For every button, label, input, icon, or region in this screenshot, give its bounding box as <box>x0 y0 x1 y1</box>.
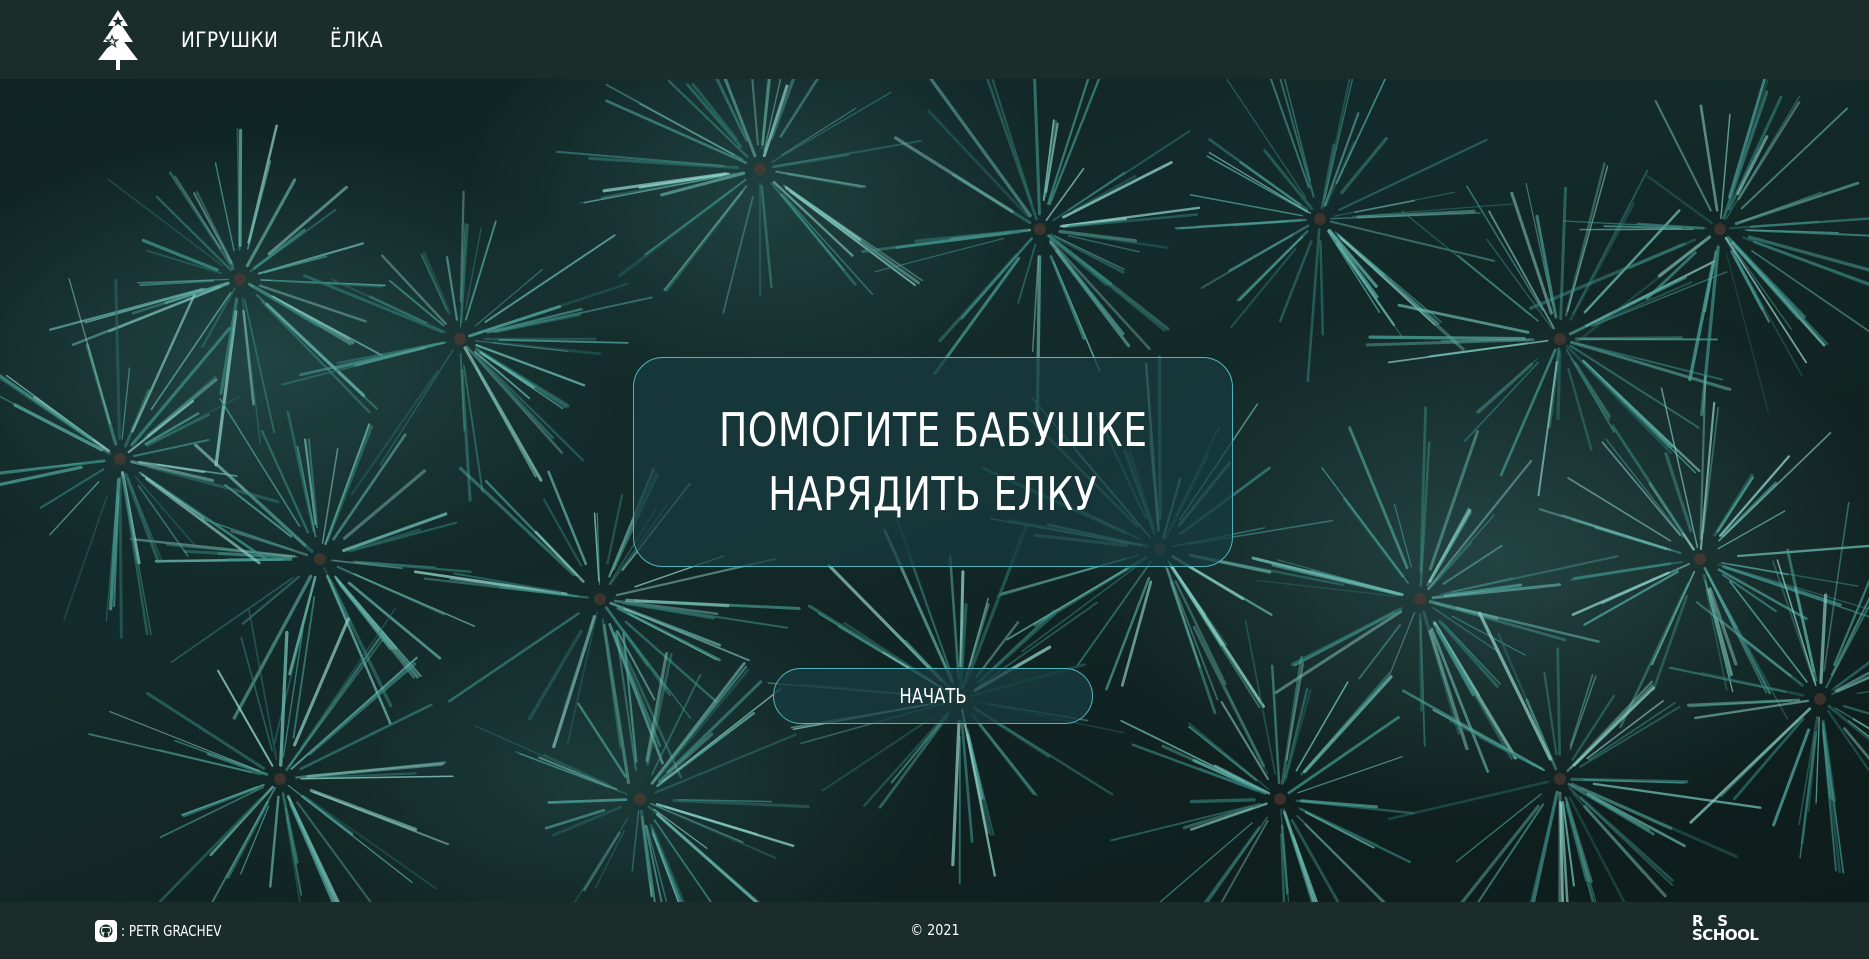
christmas-tree-icon <box>98 9 138 70</box>
rs-school-logo-row-2: SCHOOL <box>1692 926 1759 944</box>
hero-title-line-2: НАРЯДИТЬ ЕЛКУ <box>768 467 1098 521</box>
nav-link-tree[interactable]: ЁЛКА <box>330 28 383 52</box>
start-button[interactable]: НАЧАТЬ <box>773 668 1093 724</box>
footer-bar: : PETR GRACHEV © 2021 R S SCHOOL <box>0 902 1869 959</box>
nav-link-toys[interactable]: ИГРУШКИ <box>181 28 278 52</box>
rs-school-logo[interactable]: R S SCHOOL <box>1692 914 1774 948</box>
copyright-text: © 2021 <box>0 921 1869 939</box>
copyright-label: © 2021 <box>909 921 960 939</box>
hero-title-line-1: ПОМОГИТЕ БАБУШКЕ <box>718 403 1148 457</box>
top-navigation-bar: ИГРУШКИ ЁЛКА <box>0 0 1869 79</box>
hero-section: ПОМОГИТЕ БАБУШКЕ НАРЯДИТЬ ЕЛКУ НАЧАТЬ <box>0 79 1869 902</box>
christmas-tree-logo-icon[interactable] <box>93 5 143 75</box>
title-card: ПОМОГИТЕ БАБУШКЕ НАРЯДИТЬ ЕЛКУ <box>633 357 1233 567</box>
start-button-label: НАЧАТЬ <box>899 684 967 708</box>
